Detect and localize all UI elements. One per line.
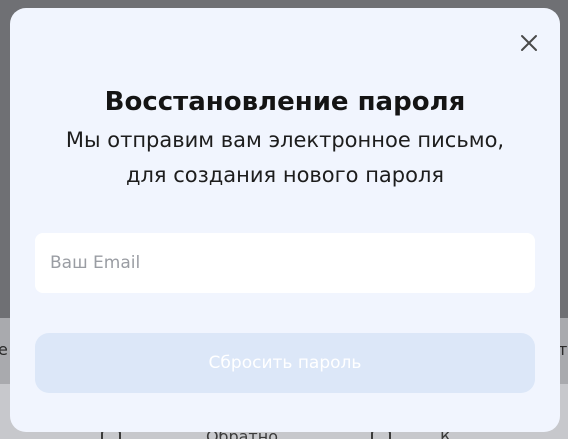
- subtitle-line-2: для создания нового пароля: [125, 163, 445, 187]
- background-text-left: е: [0, 340, 8, 359]
- modal-subtitle: Мы отправим вам электронное письмо, для …: [30, 123, 540, 193]
- subtitle-line-1: Мы отправим вам электронное письмо,: [65, 128, 505, 152]
- modal-title: Восстановление пароля: [104, 87, 466, 117]
- close-button[interactable]: [516, 30, 542, 56]
- reset-password-button[interactable]: Сбросить пароль: [35, 333, 535, 393]
- close-icon: [521, 35, 537, 51]
- password-reset-modal: Восстановление пароля Мы отправим вам эл…: [10, 8, 560, 432]
- email-input[interactable]: [35, 233, 535, 293]
